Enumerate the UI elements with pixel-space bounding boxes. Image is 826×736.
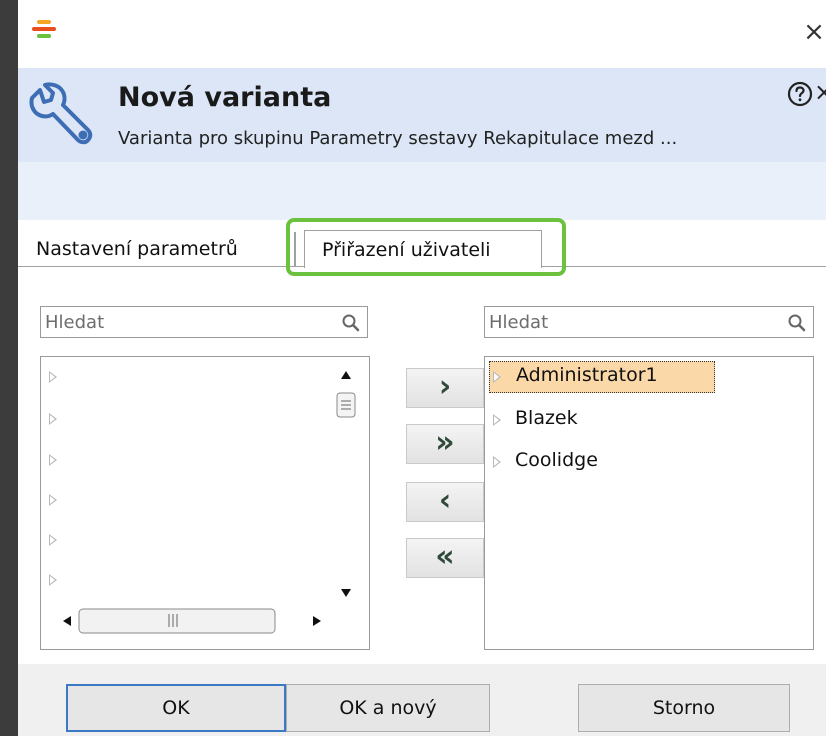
- list-item-label: Blazek: [515, 407, 578, 429]
- cancel-button[interactable]: Storno: [578, 684, 790, 732]
- remove-selected-button[interactable]: ‹: [406, 482, 484, 522]
- expand-arrow-icon[interactable]: [49, 413, 57, 425]
- window-close-button[interactable]: ×: [802, 14, 826, 50]
- tab-parameter-settings[interactable]: Nastavení parametrů: [36, 238, 238, 260]
- expand-arrow-icon[interactable]: [493, 456, 501, 468]
- header-close-button[interactable]: ×: [814, 78, 826, 106]
- expand-arrow-icon[interactable]: [49, 454, 57, 466]
- expand-arrow-icon[interactable]: [49, 574, 57, 586]
- add-selected-button[interactable]: ›: [406, 368, 484, 408]
- horizontal-scrollbar[interactable]: [41, 605, 333, 637]
- scroll-controls-icon: [336, 371, 356, 597]
- expand-arrow-icon[interactable]: [493, 414, 501, 426]
- dialog-header: Nová varianta Varianta pro skupinu Param…: [18, 68, 826, 162]
- available-users-list[interactable]: [40, 356, 370, 650]
- expand-arrow-icon[interactable]: [49, 534, 57, 546]
- search-icon[interactable]: [341, 313, 361, 333]
- right-search-field[interactable]: [484, 306, 814, 338]
- app-logo-icon: [32, 18, 56, 42]
- list-item-label: Administrator1: [516, 364, 658, 386]
- list-item[interactable]: Blazek: [489, 405, 715, 435]
- help-icon[interactable]: [786, 80, 814, 108]
- vertical-scrollbar[interactable]: [333, 357, 359, 605]
- search-icon[interactable]: [787, 313, 807, 333]
- list-item-label: Coolidge: [515, 449, 598, 471]
- ok-button[interactable]: OK: [66, 684, 286, 732]
- left-search-input[interactable]: [41, 307, 337, 337]
- wrench-icon: [29, 82, 93, 145]
- expand-arrow-icon[interactable]: [49, 371, 57, 383]
- remove-all-button[interactable]: «: [406, 538, 484, 578]
- add-all-button[interactable]: »: [406, 424, 484, 464]
- assigned-users-list[interactable]: Administrator1 Blazek Coolidge: [484, 356, 814, 650]
- tab-highlight-annotation: [286, 218, 566, 276]
- expand-arrow-icon[interactable]: [49, 494, 57, 506]
- window-titlebar: ×: [18, 0, 826, 68]
- list-item[interactable]: Coolidge: [489, 447, 715, 477]
- hscroll-controls-icon: [63, 608, 321, 634]
- left-search-field[interactable]: [40, 306, 368, 338]
- ok-and-new-button[interactable]: OK a nový: [286, 684, 490, 732]
- expand-arrow-icon[interactable]: [493, 371, 501, 383]
- dialog-title: Nová varianta: [118, 82, 332, 113]
- right-search-input[interactable]: [485, 307, 783, 337]
- dialog-window: × Nová varianta Varianta pro skupinu Par…: [18, 0, 826, 736]
- dialog-footer: OK OK a nový Storno: [18, 664, 826, 736]
- list-item[interactable]: Administrator1: [489, 361, 715, 393]
- header-strip: [18, 162, 826, 220]
- dialog-subtitle: Varianta pro skupinu Parametry sestavy R…: [118, 128, 678, 149]
